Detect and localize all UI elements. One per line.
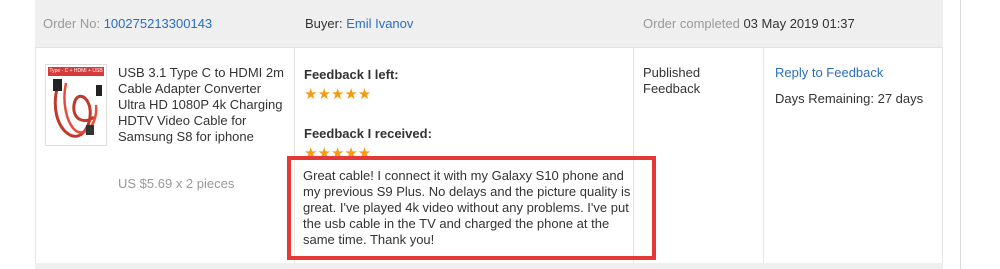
order-completed-label: Order completed bbox=[643, 16, 740, 31]
column-divider bbox=[763, 48, 764, 269]
hdmi-cable-image bbox=[53, 79, 102, 138]
buyer-group: Buyer: Emil Ivanov bbox=[305, 0, 413, 48]
product-price: US $5.69 x 2 pieces bbox=[118, 176, 235, 191]
feedback-left-stars-icon: ★★★★★ bbox=[304, 86, 372, 103]
feedback-status: Published Feedback bbox=[643, 65, 701, 96]
order-number-link[interactable]: 100275213300143 bbox=[104, 16, 212, 31]
feedback-received-title: Feedback I received: bbox=[304, 126, 432, 141]
feedback-left-title: Feedback I left: bbox=[304, 67, 399, 82]
order-header: Order No: 100275213300143 Buyer: Emil Iv… bbox=[35, 0, 943, 48]
product-thumbnail[interactable]: Type - C + HDMI + USB bbox=[45, 64, 107, 146]
order-number-group: Order No: 100275213300143 bbox=[43, 0, 212, 48]
order-completed-date: 03 May 2019 01:37 bbox=[743, 16, 855, 31]
order-number-label: Order No: bbox=[43, 16, 101, 31]
product-title[interactable]: USB 3.1 Type C to HDMI 2m Cable Adapter … bbox=[118, 65, 288, 145]
next-order-header bbox=[35, 263, 943, 269]
order-completed-group: Order completed 03 May 2019 01:37 bbox=[643, 0, 855, 48]
buyer-name-link[interactable]: Emil Ivanov bbox=[346, 16, 413, 31]
reply-to-feedback-link[interactable]: Reply to Feedback bbox=[775, 65, 883, 80]
days-remaining: Days Remaining: 27 days bbox=[775, 91, 924, 106]
buyer-label: Buyer: bbox=[305, 16, 343, 31]
review-text: Great cable! I connect it with my Galaxy… bbox=[303, 168, 631, 247]
page-divider bbox=[960, 0, 961, 269]
